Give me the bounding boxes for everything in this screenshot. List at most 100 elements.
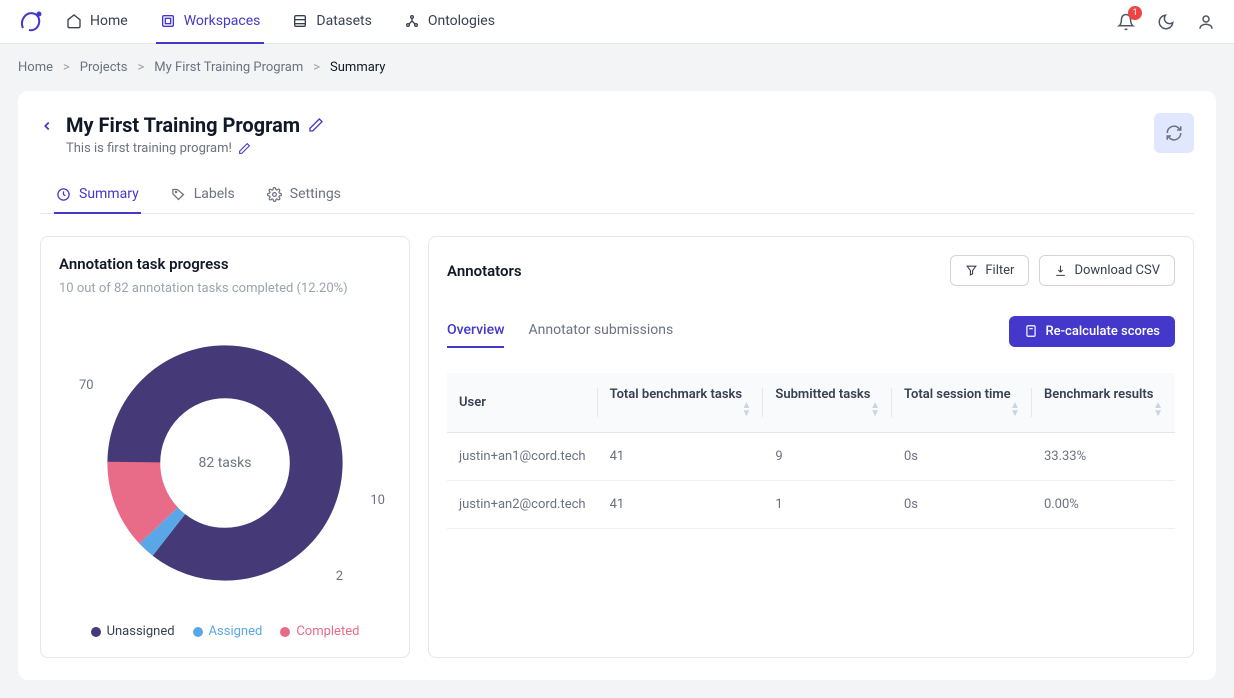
clock-icon: [56, 187, 71, 202]
button-label: Filter: [985, 263, 1014, 278]
nav-label: Workspaces: [184, 13, 261, 29]
annotators-head: Annotators Filter Download CSV: [447, 255, 1175, 286]
dataset-icon: [292, 13, 308, 29]
subtitle: This is first training program!: [66, 141, 232, 156]
title-block: My First Training Program This is first …: [66, 113, 1154, 156]
sub-tabs: Overview Annotator submissions: [447, 314, 673, 348]
cell-session: 0s: [892, 481, 1032, 529]
home-icon: [66, 13, 82, 29]
panel-subtitle: 10 out of 82 annotation tasks completed …: [59, 281, 391, 296]
breadcrumb-link[interactable]: My First Training Program: [154, 60, 303, 75]
tab-label: Labels: [194, 186, 235, 202]
gear-icon: [267, 187, 282, 202]
legend-label: Unassigned: [107, 624, 175, 639]
calculator-icon: [1024, 324, 1038, 338]
cell-user: justin+an2@cord.tech: [447, 481, 598, 529]
back-button[interactable]: [40, 113, 66, 133]
col-total-benchmark[interactable]: Total benchmark tasks▲▼: [598, 373, 764, 433]
filter-icon: [965, 264, 978, 277]
download-csv-button[interactable]: Download CSV: [1039, 255, 1175, 286]
col-label: Total benchmark tasks: [610, 387, 743, 402]
button-label: Re-calculate scores: [1045, 324, 1160, 339]
breadcrumb-sep: >: [137, 60, 144, 75]
header-row: My First Training Program This is first …: [40, 113, 1194, 156]
table-row[interactable]: justin+an1@cord.tech 41 9 0s 33.33%: [447, 433, 1175, 481]
sort-icon: ▲▼: [1010, 402, 1020, 418]
notifications-button[interactable]: 1: [1114, 10, 1138, 34]
legend-label: Assigned: [209, 624, 263, 639]
nav-datasets[interactable]: Datasets: [288, 0, 375, 44]
main-tabs: Summary Labels Settings: [40, 176, 1194, 214]
button-label: Download CSV: [1074, 263, 1160, 278]
legend-completed[interactable]: Completed: [280, 624, 359, 639]
tab-settings[interactable]: Settings: [265, 176, 343, 214]
annotators-actions: Filter Download CSV: [950, 255, 1175, 286]
legend-label: Completed: [296, 624, 359, 639]
cell-result: 33.33%: [1032, 433, 1175, 481]
user-menu[interactable]: [1194, 10, 1218, 34]
annotators-table: User Total benchmark tasks▲▼ Submitted t…: [447, 373, 1175, 529]
nav-items: Home Workspaces Datasets Ontologies: [62, 0, 499, 44]
legend-dot: [91, 627, 101, 637]
ontology-icon: [404, 13, 420, 29]
nav-label: Ontologies: [428, 13, 495, 29]
sub-tab-submissions[interactable]: Annotator submissions: [528, 314, 673, 348]
cell-session: 0s: [892, 433, 1032, 481]
col-session-time[interactable]: Total session time▲▼: [892, 373, 1032, 433]
col-benchmark-results[interactable]: Benchmark results▲▼: [1032, 373, 1175, 433]
breadcrumb-link[interactable]: Projects: [80, 60, 128, 75]
breadcrumb-sep: >: [63, 60, 70, 75]
tab-label: Settings: [290, 186, 341, 202]
col-label: Submitted tasks: [775, 387, 870, 402]
legend-dot: [280, 627, 290, 637]
content-card: My First Training Program This is first …: [18, 91, 1216, 680]
col-submitted[interactable]: Submitted tasks▲▼: [763, 373, 892, 433]
tab-label: Summary: [79, 186, 139, 202]
breadcrumb: Home > Projects > My First Training Prog…: [0, 44, 1234, 91]
tab-labels[interactable]: Labels: [169, 176, 237, 214]
panels: Annotation task progress 10 out of 82 an…: [40, 236, 1194, 658]
table-row[interactable]: justin+an2@cord.tech 41 1 0s 0.00%: [447, 481, 1175, 529]
nav-right: 1: [1114, 10, 1218, 34]
legend-unassigned[interactable]: Unassigned: [91, 624, 175, 639]
sub-tab-overview[interactable]: Overview: [447, 314, 504, 348]
breadcrumb-sep: >: [313, 60, 320, 75]
recalc-wrap: Re-calculate scores: [1009, 316, 1175, 347]
progress-panel: Annotation task progress 10 out of 82 an…: [40, 236, 410, 658]
download-icon: [1054, 264, 1067, 277]
breadcrumb-link[interactable]: Home: [18, 60, 53, 75]
chart-label-assigned: 2: [336, 569, 343, 584]
breadcrumb-current: Summary: [330, 60, 385, 75]
tag-icon: [171, 187, 186, 202]
chart-label-unassigned: 70: [79, 378, 94, 393]
legend: Unassigned Assigned Completed: [59, 624, 391, 639]
annotators-title: Annotators: [447, 262, 522, 280]
sort-icon: ▲▼: [870, 402, 880, 418]
col-user[interactable]: User: [447, 373, 598, 433]
nav-label: Datasets: [316, 13, 371, 29]
refresh-button[interactable]: [1154, 113, 1194, 153]
table-header-row: User Total benchmark tasks▲▼ Submitted t…: [447, 373, 1175, 433]
tab-summary[interactable]: Summary: [54, 176, 141, 214]
recalculate-button[interactable]: Re-calculate scores: [1009, 316, 1175, 347]
logo[interactable]: [16, 7, 46, 37]
sort-icon: ▲▼: [1153, 402, 1163, 418]
nav-home[interactable]: Home: [62, 0, 132, 44]
cell-user: justin+an1@cord.tech: [447, 433, 598, 481]
edit-subtitle-button[interactable]: [238, 142, 251, 155]
cell-submitted: 9: [763, 433, 892, 481]
chart-label-completed: 10: [370, 493, 385, 508]
cell-result: 0.00%: [1032, 481, 1175, 529]
cell-total-benchmark: 41: [598, 433, 764, 481]
theme-toggle[interactable]: [1154, 10, 1178, 34]
sub-tab-row: Overview Annotator submissions Re-calcul…: [447, 314, 1175, 349]
edit-title-button[interactable]: [308, 117, 324, 133]
legend-assigned[interactable]: Assigned: [193, 624, 263, 639]
cell-submitted: 1: [763, 481, 892, 529]
filter-button[interactable]: Filter: [950, 255, 1029, 286]
page-title-row: My First Training Program: [66, 113, 1154, 137]
nav-workspaces[interactable]: Workspaces: [156, 0, 265, 44]
nav-ontologies[interactable]: Ontologies: [400, 0, 499, 44]
nav-label: Home: [90, 13, 128, 29]
notification-badge: 1: [1128, 6, 1142, 20]
